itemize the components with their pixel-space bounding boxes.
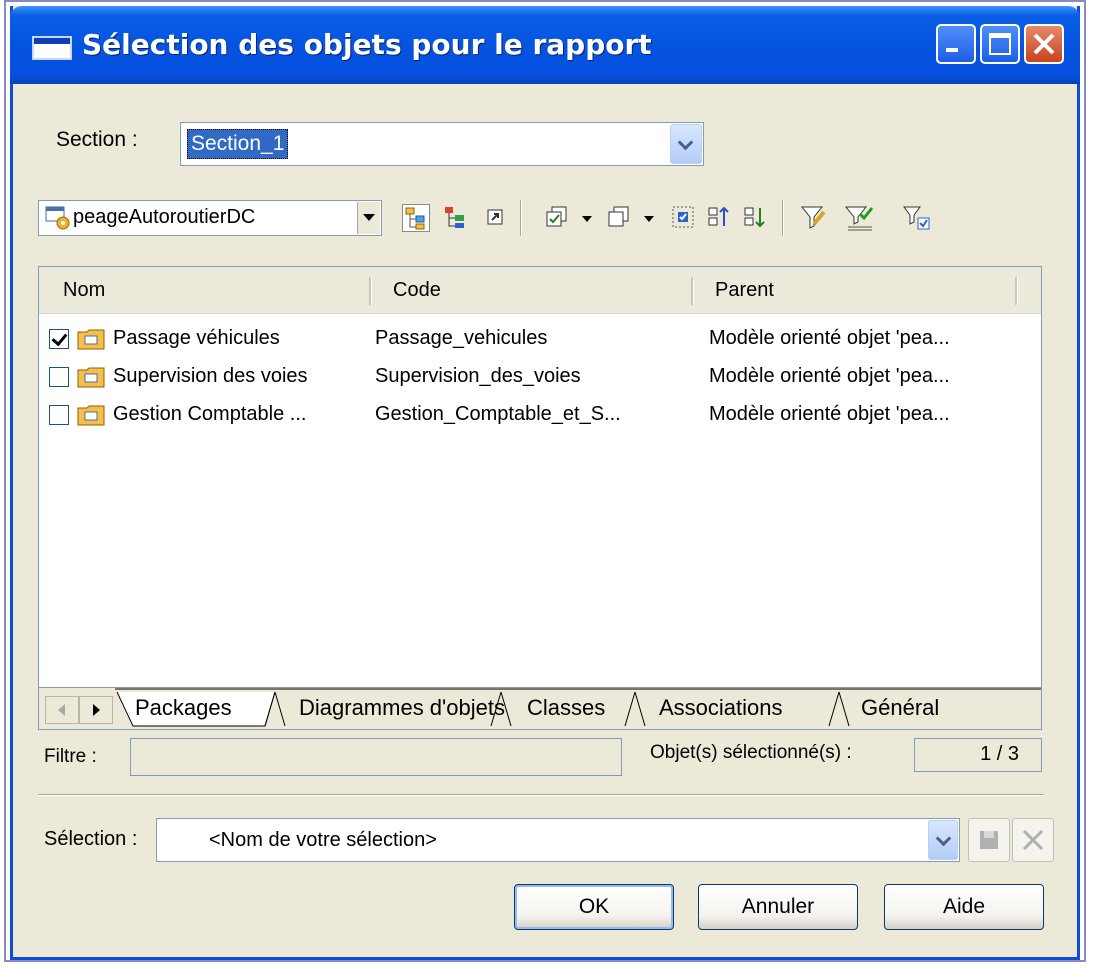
selection-combo[interactable]: <Nom de votre sélection> (156, 818, 960, 862)
object-list[interactable]: Nom Code Parent Passage véhicules Passag… (38, 266, 1042, 730)
divider (38, 794, 1044, 796)
apply-filter-icon (844, 206, 874, 231)
chevron-down-icon[interactable] (670, 124, 702, 164)
graphical-selection-button[interactable] (670, 204, 698, 232)
row-checkbox[interactable] (49, 367, 69, 387)
define-filter-button[interactable] (800, 204, 828, 232)
selection-label: Sélection : (44, 828, 138, 850)
maximize-icon (989, 33, 1011, 55)
ok-button[interactable]: OK (514, 884, 674, 930)
deselect-all-button[interactable] (606, 204, 634, 232)
selected-count-field: 1 / 3 (914, 738, 1042, 772)
package-icon (77, 367, 105, 388)
package-icon (77, 405, 105, 426)
cell-parent: Modèle orienté objet 'pea... (709, 403, 950, 425)
column-separator[interactable] (1015, 277, 1018, 305)
arrow-left-icon (58, 704, 65, 716)
chevron-down-icon[interactable] (928, 820, 958, 860)
define-filter-icon (800, 206, 826, 229)
list-header: Nom Code Parent (39, 267, 1041, 314)
column-header-parent[interactable]: Parent (715, 279, 774, 302)
list-item[interactable]: Gestion Comptable ... Gestion_Comptable_… (39, 397, 1041, 435)
deselect-all-dropdown-icon[interactable] (644, 216, 654, 222)
deselect-all-icon (608, 206, 629, 227)
row-checkbox[interactable] (49, 405, 69, 425)
filter-field (130, 738, 622, 776)
move-up-icon (708, 206, 729, 226)
cell-code: Supervision_des_voies (375, 365, 581, 387)
filter-selected-button[interactable] (902, 204, 930, 232)
toolbar-separator (782, 200, 784, 236)
tab-bar: Packages Diagrammes d'objets Classes Ass… (39, 687, 1041, 729)
tab-scroll-left-button[interactable] (45, 696, 79, 724)
window-icon (32, 36, 72, 60)
select-all-button[interactable] (544, 204, 572, 232)
use-graphical-selection-icon (672, 206, 694, 228)
tab-object-diagrams[interactable]: Diagrammes d'objets (299, 690, 505, 728)
cell-parent: Modèle orienté objet 'pea... (709, 327, 950, 349)
package-icon (77, 329, 105, 350)
help-button[interactable]: Aide (884, 884, 1044, 930)
tree-view-icon (405, 207, 425, 230)
section-label: Section : (56, 128, 138, 151)
tab-general[interactable]: Général (861, 690, 939, 728)
model-value: peageAutoroutierDC (73, 206, 256, 228)
minimize-button[interactable] (936, 24, 976, 64)
cell-parent: Modèle orienté objet 'pea... (709, 365, 950, 387)
minimize-icon (946, 48, 958, 52)
dropdown-arrow-icon[interactable] (357, 202, 380, 234)
model-icon (45, 206, 70, 230)
cell-name: Supervision des voies (113, 365, 308, 387)
title-bar[interactable]: Sélection des objets pour le rapport (10, 6, 1080, 84)
selected-count-value: 1 / 3 (980, 743, 1019, 765)
move-down-icon (744, 207, 765, 228)
tab-packages[interactable]: Packages (135, 690, 232, 728)
toolbar-separator (520, 200, 522, 236)
maximize-button[interactable] (980, 24, 1020, 64)
column-separator[interactable] (369, 277, 372, 305)
shortcut-icon (487, 209, 503, 225)
parent-tree-button[interactable] (442, 204, 470, 232)
close-button[interactable] (1024, 24, 1064, 64)
section-value: Section_1 (187, 129, 289, 159)
cell-name: Passage véhicules (113, 327, 280, 349)
apply-filter-button[interactable] (844, 204, 874, 232)
cancel-button[interactable]: Annuler (698, 884, 858, 930)
arrow-right-icon (93, 704, 100, 716)
list-item[interactable]: Supervision des voies Supervision_des_vo… (39, 359, 1041, 397)
selection-value: <Nom de votre sélection> (209, 829, 437, 851)
filter-selected-icon (903, 206, 930, 230)
select-all-icon (546, 206, 567, 227)
cell-code: Gestion_Comptable_et_S... (375, 403, 621, 425)
parent-tree-icon (445, 207, 464, 228)
delete-selection-button[interactable] (1012, 818, 1054, 862)
window-title: Sélection des objets pour le rapport (82, 28, 652, 61)
save-selection-button[interactable] (968, 818, 1010, 862)
column-header-code[interactable]: Code (393, 279, 441, 302)
move-down-button[interactable] (742, 204, 770, 232)
list-item[interactable]: Passage véhicules Passage_vehicules Modè… (39, 321, 1041, 359)
model-combo[interactable]: peageAutoroutierDC (38, 200, 382, 236)
shortcut-button[interactable] (482, 204, 510, 232)
filter-label: Filtre : (44, 746, 97, 767)
row-checkbox[interactable] (49, 329, 69, 349)
tab-scroll-right-button[interactable] (79, 696, 113, 724)
select-all-dropdown-icon[interactable] (582, 216, 592, 222)
selected-count-label: Objet(s) sélectionné(s) : (650, 742, 852, 763)
tab-classes[interactable]: Classes (527, 690, 605, 728)
cell-code: Passage_vehicules (375, 327, 548, 349)
section-combo[interactable]: Section_1 (180, 122, 704, 166)
close-icon (1033, 33, 1055, 55)
cell-name: Gestion Comptable ... (113, 403, 307, 425)
delete-icon (1022, 829, 1044, 851)
tree-view-button[interactable] (402, 204, 430, 232)
column-header-name[interactable]: Nom (63, 279, 105, 302)
move-up-button[interactable] (706, 204, 734, 232)
tab-associations[interactable]: Associations (659, 690, 783, 728)
save-icon (980, 831, 998, 849)
column-separator[interactable] (691, 277, 694, 305)
